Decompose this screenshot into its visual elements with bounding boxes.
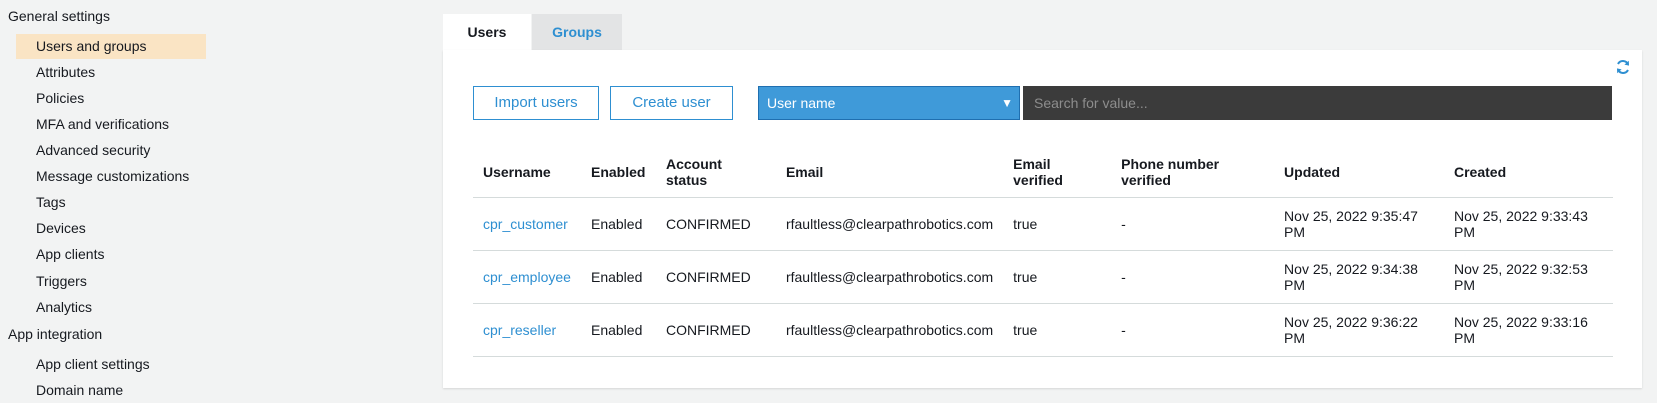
sidebar-item-domain-name[interactable]: Domain name — [16, 378, 206, 403]
cell-enabled: Enabled — [580, 250, 656, 304]
cell-email: rfaultless@clearpathrobotics.com — [775, 250, 1004, 304]
cell-phone-verified: - — [1111, 197, 1275, 251]
header-email-verified[interactable]: Email verified — [1003, 147, 1112, 198]
refresh-icon[interactable] — [1614, 58, 1632, 76]
users-table: Username Enabled Account status Email Em… — [473, 147, 1613, 357]
header-created[interactable]: Created — [1443, 147, 1613, 198]
sidebar-item-tags[interactable]: Tags — [16, 190, 206, 215]
cell-updated: Nov 25, 2022 9:36:22 PM — [1274, 303, 1444, 357]
cell-enabled: Enabled — [580, 303, 656, 357]
sidebar: General settings Users and groups Attrib… — [0, 0, 420, 401]
sidebar-item-policies[interactable]: Policies — [16, 86, 206, 111]
search-input[interactable] — [1023, 86, 1612, 120]
header-phone-verified[interactable]: Phone number verified — [1111, 147, 1275, 198]
sidebar-item-analytics[interactable]: Analytics — [16, 295, 206, 320]
cell-updated: Nov 25, 2022 9:34:38 PM — [1274, 250, 1444, 304]
cell-status: CONFIRMED — [655, 303, 776, 357]
cell-phone-verified: - — [1111, 303, 1275, 357]
header-enabled[interactable]: Enabled — [580, 147, 656, 198]
section-general-settings[interactable]: General settings — [8, 8, 110, 24]
header-username[interactable]: Username — [473, 147, 581, 198]
table-row: cpr_employee Enabled CONFIRMED rfaultles… — [473, 250, 1613, 304]
section-app-integration[interactable]: App integration — [8, 326, 102, 342]
cell-email-verified: true — [1003, 250, 1112, 304]
cell-status: CONFIRMED — [655, 250, 776, 304]
tab-users[interactable]: Users — [443, 14, 531, 50]
username-link[interactable]: cpr_employee — [483, 269, 571, 285]
header-account-status[interactable]: Account status — [655, 147, 776, 198]
attribute-select[interactable]: User name ▼ — [758, 86, 1020, 120]
sidebar-item-triggers[interactable]: Triggers — [16, 269, 206, 294]
table-header-row: Username Enabled Account status Email Em… — [473, 147, 1613, 198]
sidebar-item-mfa[interactable]: MFA and verifications — [16, 112, 206, 137]
attribute-select-value: User name — [767, 95, 836, 111]
create-user-button[interactable]: Create user — [610, 86, 733, 120]
cell-email: rfaultless@clearpathrobotics.com — [775, 303, 1004, 357]
sidebar-item-advanced-security[interactable]: Advanced security — [16, 138, 206, 163]
chevron-down-icon: ▼ — [1001, 96, 1013, 110]
sidebar-item-app-clients[interactable]: App clients — [16, 242, 206, 267]
cell-created: Nov 25, 2022 9:33:43 PM — [1443, 197, 1613, 251]
sidebar-item-app-client-settings[interactable]: App client settings — [16, 352, 206, 377]
header-email[interactable]: Email — [775, 147, 1004, 198]
table-row: cpr_customer Enabled CONFIRMED rfaultles… — [473, 197, 1613, 251]
cell-username: cpr_reseller — [473, 303, 581, 357]
cell-email-verified: true — [1003, 197, 1112, 251]
cell-created: Nov 25, 2022 9:33:16 PM — [1443, 303, 1613, 357]
username-link[interactable]: cpr_customer — [483, 216, 568, 232]
cell-status: CONFIRMED — [655, 197, 776, 251]
cell-username: cpr_employee — [473, 250, 581, 304]
cell-enabled: Enabled — [580, 197, 656, 251]
table-row: cpr_reseller Enabled CONFIRMED rfaultles… — [473, 303, 1613, 357]
sidebar-item-devices[interactable]: Devices — [16, 216, 206, 241]
username-link[interactable]: cpr_reseller — [483, 322, 556, 338]
cell-updated: Nov 25, 2022 9:35:47 PM — [1274, 197, 1444, 251]
cell-email-verified: true — [1003, 303, 1112, 357]
sidebar-item-users-and-groups[interactable]: Users and groups — [16, 34, 206, 59]
sidebar-item-message-customizations[interactable]: Message customizations — [16, 164, 206, 189]
tab-groups[interactable]: Groups — [532, 14, 622, 50]
sidebar-item-attributes[interactable]: Attributes — [16, 60, 206, 85]
cell-username: cpr_customer — [473, 197, 581, 251]
import-users-button[interactable]: Import users — [473, 86, 599, 120]
cell-phone-verified: - — [1111, 250, 1275, 304]
cell-created: Nov 25, 2022 9:32:53 PM — [1443, 250, 1613, 304]
header-updated[interactable]: Updated — [1274, 147, 1444, 198]
cell-email: rfaultless@clearpathrobotics.com — [775, 197, 1004, 251]
